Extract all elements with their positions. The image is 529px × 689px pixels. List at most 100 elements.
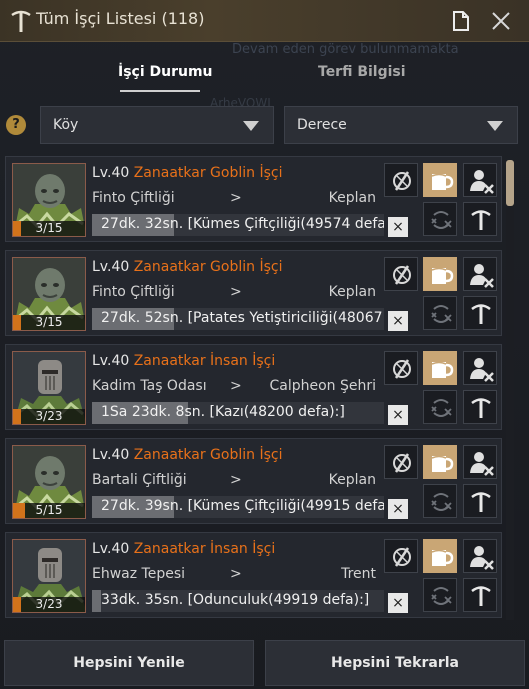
upgrade-pickaxe-icon[interactable]	[463, 390, 497, 424]
route-arrow: >	[230, 190, 242, 206]
upgrade-pickaxe-icon[interactable]	[463, 484, 497, 518]
close-icon[interactable]	[489, 9, 513, 33]
worker-name: Zanaatkar İnsan İşçi	[133, 541, 276, 557]
worker-name: Zanaatkar Goblin İşçi	[133, 447, 283, 463]
worker-portrait: 3/15	[12, 257, 86, 331]
task-cancel-button[interactable]: ×	[388, 593, 408, 613]
task-text: 33dk. 35sn. [Odunculuk(49919 defa):]	[101, 592, 370, 608]
task-cancel-button[interactable]: ×	[388, 405, 408, 425]
worker-card[interactable]: 3/23 Lv.40 Zanaatkar İnsan İşçi Ehwaz Te…	[5, 532, 502, 618]
route-from: Kadim Taş Odası	[92, 378, 207, 394]
document-icon[interactable]	[452, 10, 470, 32]
stamina-text: 3/15	[35, 315, 63, 329]
worker-title: Lv.40 Zanaatkar İnsan İşçi	[92, 541, 275, 557]
repeat-off-icon[interactable]	[423, 390, 457, 424]
worker-card[interactable]: 3/15 Lv.40 Zanaatkar Goblin İşçi Finto Ç…	[5, 156, 502, 242]
worker-portrait: 3/15	[12, 163, 86, 237]
no-food-icon[interactable]	[384, 445, 418, 479]
grade-filter-value: Derece	[297, 117, 347, 133]
task-cancel-button[interactable]: ×	[388, 499, 408, 519]
worker-portrait: 3/23	[12, 351, 86, 425]
worker-title: Lv.40 Zanaatkar Goblin İşçi	[92, 259, 282, 275]
worker-name: Zanaatkar Goblin İşçi	[133, 259, 283, 275]
task-progress-bar: 27dk. 39sn. [Kümes Çiftçiliği(49915 defa…	[92, 496, 384, 518]
task-text: 27dk. 52sn. [Patates Yetiştiriciliği(480…	[101, 310, 384, 326]
repeat-off-icon[interactable]	[423, 296, 457, 330]
task-progress-bar: 1Sa 23dk. 8sn. [Kazı(48200 defa):]	[92, 402, 384, 424]
tab-bar: İşçi Durumu Terfi Bilgisi	[0, 56, 529, 96]
fire-worker-icon[interactable]	[463, 257, 497, 291]
upgrade-pickaxe-icon[interactable]	[463, 578, 497, 612]
beer-cup-icon[interactable]	[423, 445, 457, 479]
fire-worker-icon[interactable]	[463, 163, 497, 197]
beer-cup-icon[interactable]	[423, 539, 457, 573]
task-progress-bar: 33dk. 35sn. [Odunculuk(49919 defa):]	[92, 590, 384, 612]
route-arrow: >	[230, 284, 242, 300]
no-food-icon[interactable]	[384, 539, 418, 573]
worker-level: Lv.40	[92, 447, 130, 463]
task-text: 1Sa 23dk. 8sn. [Kazı(48200 defa):]	[101, 404, 345, 420]
repeat-all-button[interactable]: Hepsini Tekrarla	[265, 640, 525, 686]
stamina-text: 5/15	[35, 503, 63, 517]
repeat-off-icon[interactable]	[423, 578, 457, 612]
no-food-icon[interactable]	[384, 351, 418, 385]
scrollbar-track[interactable]	[506, 160, 514, 620]
task-progress-bar: 27dk. 52sn. [Patates Yetiştiriciliği(480…	[92, 308, 384, 330]
active-tab-indicator	[120, 90, 200, 92]
route-from: Ehwaz Tepesi	[92, 566, 186, 582]
worker-card[interactable]: 3/15 Lv.40 Zanaatkar Goblin İşçi Finto Ç…	[5, 250, 502, 336]
route-to: Keplan	[328, 472, 376, 488]
worker-card[interactable]: 3/23 Lv.40 Zanaatkar İnsan İşçi Kadim Ta…	[5, 344, 502, 430]
beer-cup-icon[interactable]	[423, 257, 457, 291]
fire-worker-icon[interactable]	[463, 445, 497, 479]
beer-cup-icon[interactable]	[423, 351, 457, 385]
task-text: 27dk. 39sn. [Kümes Çiftçiliği(49915 defa…	[101, 498, 384, 514]
village-filter-select[interactable]: Köy	[40, 106, 274, 144]
chevron-down-icon	[243, 121, 259, 131]
grade-filter-select[interactable]: Derece	[284, 106, 518, 144]
route-to: Keplan	[328, 190, 376, 206]
no-food-icon[interactable]	[384, 163, 418, 197]
refresh-all-button[interactable]: Hepsini Yenile	[4, 640, 254, 686]
repeat-off-icon[interactable]	[423, 484, 457, 518]
repeat-off-icon[interactable]	[423, 202, 457, 236]
route-arrow: >	[230, 472, 242, 488]
no-food-icon[interactable]	[384, 257, 418, 291]
worker-list: 3/15 Lv.40 Zanaatkar Goblin İşçi Finto Ç…	[5, 156, 502, 626]
upgrade-pickaxe-icon[interactable]	[463, 202, 497, 236]
background-notice: Devam eden görev bulunmamakta	[232, 42, 459, 57]
stamina-text: 3/23	[35, 597, 63, 611]
worker-level: Lv.40	[92, 353, 130, 369]
tab-promotion-info[interactable]: Terfi Bilgisi	[318, 64, 406, 80]
pickaxe-icon	[10, 9, 32, 33]
tab-worker-status[interactable]: İşçi Durumu	[118, 64, 213, 80]
worker-level: Lv.40	[92, 165, 130, 181]
task-cancel-button[interactable]: ×	[388, 217, 408, 237]
route-from: Finto Çiftliği	[92, 284, 175, 300]
worker-portrait: 5/15	[12, 445, 86, 519]
chevron-down-icon	[487, 121, 503, 131]
task-progress-fill	[92, 590, 101, 612]
route-to: Trent	[341, 566, 376, 582]
worker-card[interactable]: 5/15 Lv.40 Zanaatkar Goblin İşçi Bartali…	[5, 438, 502, 524]
task-cancel-button[interactable]: ×	[388, 311, 408, 331]
worker-portrait: 3/23	[12, 539, 86, 613]
worker-level: Lv.40	[92, 259, 130, 275]
route-arrow: >	[230, 566, 242, 582]
stamina-text: 3/23	[35, 409, 63, 423]
worker-title: Lv.40 Zanaatkar Goblin İşçi	[92, 165, 282, 181]
beer-cup-icon[interactable]	[423, 163, 457, 197]
fire-worker-icon[interactable]	[463, 539, 497, 573]
worker-title: Lv.40 Zanaatkar İnsan İşçi	[92, 353, 275, 369]
route-from: Bartali Çiftliği	[92, 472, 187, 488]
task-progress-bar: 27dk. 32sn. [Kümes Çiftçiliği(49574 defa…	[92, 214, 384, 236]
route-to: Calpheon Şehri	[269, 378, 376, 394]
stamina-text: 3/15	[35, 221, 63, 235]
scrollbar-thumb[interactable]	[506, 160, 514, 206]
route-arrow: >	[230, 378, 242, 394]
help-icon[interactable]: ?	[6, 115, 26, 135]
title-bar[interactable]: Tüm İşçi Listesi (118)	[0, 0, 529, 42]
fire-worker-icon[interactable]	[463, 351, 497, 385]
upgrade-pickaxe-icon[interactable]	[463, 296, 497, 330]
worker-level: Lv.40	[92, 541, 130, 557]
